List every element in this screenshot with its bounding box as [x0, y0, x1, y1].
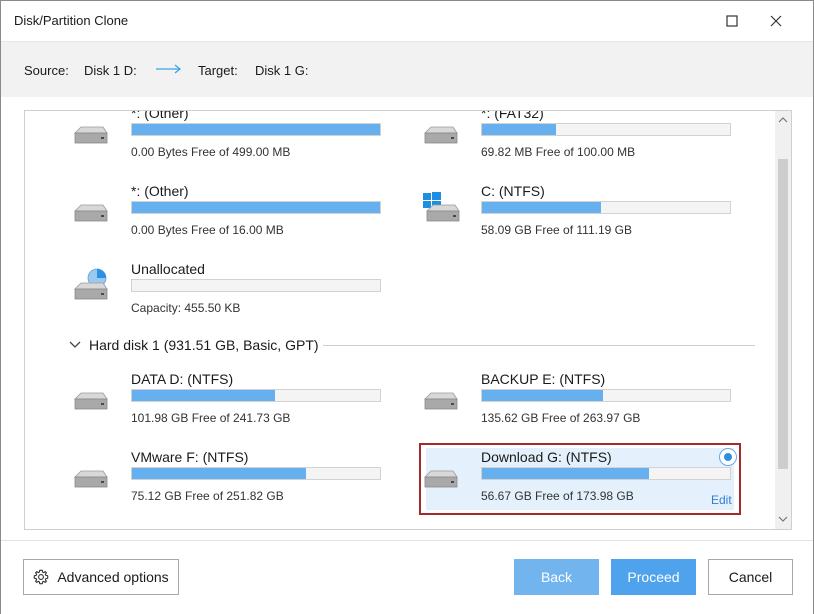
back-button[interactable]: Back: [514, 559, 599, 595]
drive-icon: [424, 392, 458, 410]
usage-bar-fill: [132, 390, 276, 401]
usage-bar-fill: [482, 390, 603, 401]
partition-info: 56.67 GB Free of 173.98 GB: [481, 489, 634, 503]
usage-bar-fill: [132, 202, 380, 213]
close-icon: [770, 15, 782, 27]
unallocated-pie-icon: [74, 268, 108, 300]
partition-info: 0.00 Bytes Free of 16.00 MB: [131, 223, 284, 237]
target-value: Disk 1 G:: [255, 63, 309, 78]
title-bar: Disk/Partition Clone: [1, 1, 813, 41]
partition-vmware-f[interactable]: VMware F: (NTFS) 75.12 GB Free of 251.82…: [45, 449, 381, 515]
drive-icon: [424, 126, 458, 144]
partition-unallocated[interactable]: Unallocated Capacity: 455.50 KB: [45, 261, 381, 327]
drive-icon: [74, 392, 108, 410]
partition-list-panel: *: (Other) 0.00 Bytes Free of 499.00 MB …: [24, 110, 792, 530]
arrow-right-icon: [156, 64, 182, 74]
partition-c-ntfs[interactable]: C: (NTFS) 58.09 GB Free of 111.19 GB: [395, 183, 731, 249]
target-label: Target:: [198, 63, 238, 78]
usage-bar: [481, 389, 731, 402]
partition-info: 101.98 GB Free of 241.73 GB: [131, 411, 291, 425]
source-label: Source:: [24, 63, 69, 78]
partition-info: 75.12 GB Free of 251.82 GB: [131, 489, 284, 503]
partition-fat32-100mb[interactable]: *: (FAT32) 69.82 MB Free of 100.00 MB: [395, 111, 731, 171]
close-button[interactable]: [761, 7, 791, 35]
partition-list: *: (Other) 0.00 Bytes Free of 499.00 MB …: [25, 111, 775, 529]
usage-bar-fill: [482, 202, 602, 213]
drive-icon: [74, 126, 108, 144]
partition-data-d[interactable]: DATA D: (NTFS) 101.98 GB Free of 241.73 …: [45, 371, 381, 437]
partition-backup-e[interactable]: BACKUP E: (NTFS) 135.62 GB Free of 263.9…: [395, 371, 731, 437]
cancel-button[interactable]: Cancel: [708, 559, 793, 595]
usage-bar: [481, 201, 731, 214]
gear-icon: [33, 569, 49, 585]
selected-radio[interactable]: [719, 448, 737, 466]
windows-drive-icon: [423, 192, 460, 222]
window-title: Disk/Partition Clone: [14, 13, 129, 28]
advanced-options-button[interactable]: Advanced options: [23, 559, 179, 595]
partition-name: *: (Other): [131, 183, 189, 199]
partition-name: *: (Other): [131, 111, 189, 121]
scroll-up-icon[interactable]: [778, 116, 788, 124]
partition-info: 135.62 GB Free of 263.97 GB: [481, 411, 641, 425]
usage-bar: [131, 389, 381, 402]
partition-name: *: (FAT32): [481, 111, 544, 121]
footer: Advanced options Back Proceed Cancel: [1, 540, 813, 614]
partition-download-g[interactable]: Download G: (NTFS) 56.67 GB Free of 173.…: [395, 449, 731, 515]
usage-bar: [131, 123, 381, 136]
drive-icon: [74, 470, 108, 488]
vertical-scrollbar[interactable]: [775, 111, 791, 529]
scroll-down-icon[interactable]: [778, 515, 788, 523]
partition-info: 69.82 MB Free of 100.00 MB: [481, 145, 636, 159]
usage-bar: [131, 201, 381, 214]
usage-bar-fill: [132, 124, 380, 135]
divider: [323, 345, 755, 346]
chevron-down-icon: [69, 341, 81, 348]
partition-info: 0.00 Bytes Free of 499.00 MB: [131, 145, 291, 159]
partition-other-16mb[interactable]: *: (Other) 0.00 Bytes Free of 16.00 MB: [45, 183, 381, 249]
hard-disk-1-header[interactable]: Hard disk 1 (931.51 GB, Basic, GPT): [69, 336, 319, 354]
usage-bar: [481, 467, 731, 480]
usage-bar: [131, 467, 381, 480]
partition-name: Download G: (NTFS): [481, 449, 612, 465]
partition-info: Capacity: 455.50 KB: [131, 301, 241, 315]
partition-name: BACKUP E: (NTFS): [481, 371, 606, 387]
advanced-options-label: Advanced options: [57, 569, 169, 585]
usage-bar: [481, 123, 731, 136]
usage-bar-fill: [482, 124, 557, 135]
usage-bar-fill: [482, 468, 650, 479]
partition-name: Unallocated: [131, 261, 205, 277]
source-value: Disk 1 D:: [84, 63, 137, 78]
disk-partition-clone-window: Disk/Partition Clone Source: Disk 1 D: T…: [0, 0, 814, 614]
partition-name: DATA D: (NTFS): [131, 371, 234, 387]
partition-name: C: (NTFS): [481, 183, 545, 199]
partition-other-499mb[interactable]: *: (Other) 0.00 Bytes Free of 499.00 MB: [45, 111, 381, 171]
drive-icon: [74, 204, 108, 222]
partition-name: VMware F: (NTFS): [131, 449, 249, 465]
usage-bar-fill: [132, 468, 307, 479]
edit-link[interactable]: Edit: [711, 493, 732, 507]
hard-disk-1-label: Hard disk 1 (931.51 GB, Basic, GPT): [89, 337, 319, 353]
maximize-icon: [726, 15, 738, 27]
partition-info: 58.09 GB Free of 111.19 GB: [481, 223, 632, 237]
scrollbar-thumb[interactable]: [778, 159, 788, 469]
usage-bar: [131, 279, 381, 292]
maximize-button[interactable]: [717, 7, 747, 35]
source-target-bar: Source: Disk 1 D: Target: Disk 1 G:: [1, 41, 813, 97]
proceed-button[interactable]: Proceed: [611, 559, 696, 595]
drive-icon: [424, 470, 458, 488]
